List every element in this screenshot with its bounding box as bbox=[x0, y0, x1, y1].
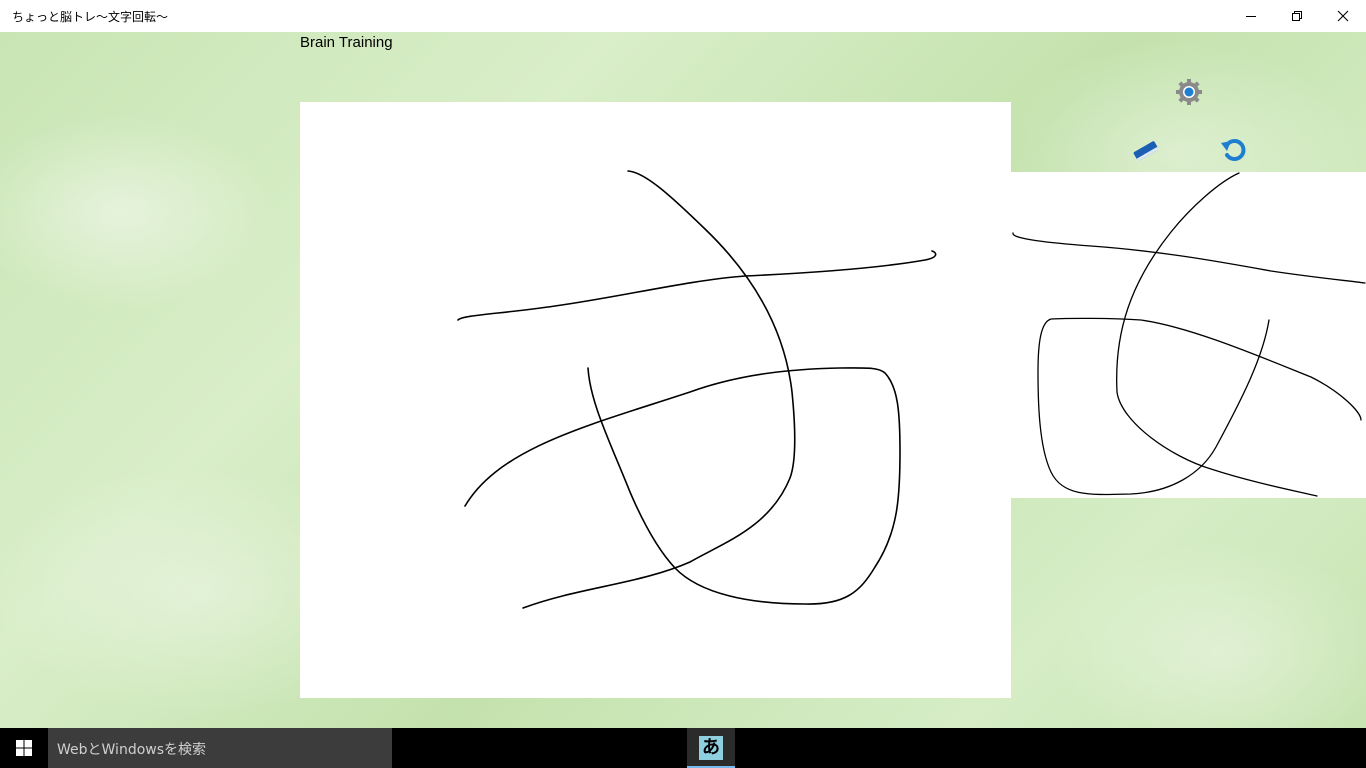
handwritten-strokes bbox=[457, 170, 937, 609]
taskbar-app-button[interactable]: あ bbox=[687, 728, 735, 768]
preview-stroke-3 bbox=[1037, 317, 1362, 496]
app-icon-glyph: あ bbox=[702, 737, 720, 758]
rotate-icon bbox=[1221, 139, 1246, 161]
stroke-3 bbox=[464, 367, 901, 605]
search-input[interactable]: WebとWindowsを検索 bbox=[48, 728, 392, 768]
minimize-button[interactable] bbox=[1228, 0, 1274, 32]
preview-stroke-1 bbox=[1012, 232, 1366, 284]
window-title: ちょっと脳トレ〜文字回転〜 bbox=[12, 10, 169, 24]
taskbar: WebとWindowsを検索 あ bbox=[0, 728, 1366, 768]
restore-icon bbox=[1292, 11, 1302, 21]
rotate-button[interactable] bbox=[1218, 135, 1250, 167]
app-icon: あ bbox=[699, 736, 723, 760]
eraser-button[interactable] bbox=[1130, 135, 1162, 167]
stroke-2 bbox=[522, 170, 796, 609]
restore-button[interactable] bbox=[1274, 0, 1320, 32]
minimize-icon bbox=[1246, 16, 1256, 17]
search-placeholder: WebとWindowsを検索 bbox=[57, 742, 207, 758]
preview-strokes bbox=[1012, 172, 1366, 497]
stroke-1 bbox=[457, 250, 937, 321]
preview-stroke-2 bbox=[1116, 172, 1318, 497]
drawing-canvas[interactable] bbox=[300, 102, 1011, 698]
eraser-icon bbox=[1133, 141, 1159, 162]
title-bar: ちょっと脳トレ〜文字回転〜 bbox=[0, 0, 1366, 32]
preview-canvas bbox=[1011, 172, 1366, 498]
settings-button[interactable] bbox=[1173, 76, 1205, 108]
close-button[interactable] bbox=[1320, 0, 1366, 32]
close-icon bbox=[1337, 10, 1349, 22]
app-heading: Brain Training bbox=[300, 34, 393, 51]
windows-logo-icon bbox=[16, 740, 32, 756]
gear-icon bbox=[1176, 79, 1202, 105]
start-button[interactable] bbox=[0, 728, 48, 768]
